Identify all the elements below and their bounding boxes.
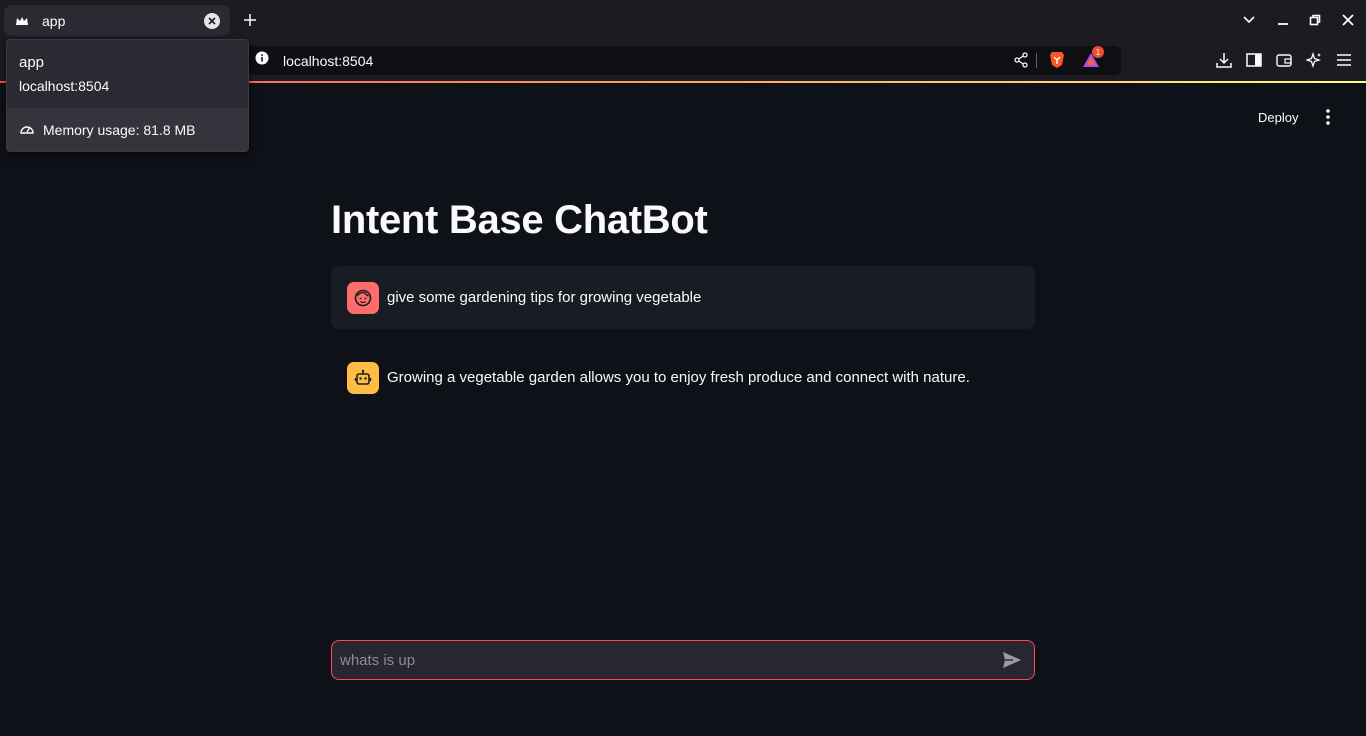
message-text: Growing a vegetable garden allows you to… (387, 369, 970, 386)
chat-input-container (331, 640, 1035, 680)
tab-hover-card: app localhost:8504 Memory usage: 81.8 MB (6, 39, 249, 152)
gauge-icon (19, 122, 35, 138)
user-avatar-icon (347, 281, 379, 314)
chat-input[interactable] (340, 651, 994, 669)
close-window-icon[interactable] (1338, 10, 1358, 30)
tab-title: app (42, 12, 66, 29)
downloads-icon[interactable] (1214, 50, 1234, 70)
bot-avatar-icon (347, 361, 379, 394)
share-icon[interactable] (1011, 50, 1031, 70)
tab-list-chevron-icon[interactable] (1239, 10, 1259, 30)
send-icon (1003, 652, 1021, 668)
brave-rewards-icon[interactable]: 1 (1081, 46, 1104, 70)
browser-tab-strip: app (0, 0, 1366, 40)
leo-ai-icon[interactable] (1304, 50, 1324, 70)
memory-usage-text: Memory usage: 81.8 MB (43, 122, 196, 138)
send-button[interactable] (994, 642, 1030, 678)
toolbar-divider (1036, 53, 1037, 68)
brave-shields-icon[interactable] (1047, 50, 1067, 70)
new-tab-icon[interactable] (240, 10, 260, 30)
hover-card-title: app (19, 54, 45, 71)
chat-message-assistant: Growing a vegetable garden allows you to… (331, 346, 1035, 409)
url-text: localhost:8504 (283, 52, 374, 69)
browser-tab[interactable]: app (4, 5, 230, 36)
close-tab-icon[interactable] (204, 12, 220, 29)
sidebar-icon[interactable] (1244, 50, 1264, 70)
restore-icon[interactable] (1305, 10, 1325, 30)
hamburger-menu-icon[interactable] (1334, 50, 1354, 70)
wallet-icon[interactable] (1274, 50, 1294, 70)
streamlit-crown-icon (14, 13, 30, 29)
page-title: Intent Base ChatBot (331, 198, 708, 242)
chat-message-user: give some gardening tips for growing veg… (331, 266, 1035, 329)
main-menu-kebab-icon[interactable] (1318, 107, 1338, 127)
rewards-badge: 1 (1092, 46, 1104, 58)
address-bar[interactable]: localhost:8504 (245, 46, 1121, 75)
site-info-icon[interactable] (255, 51, 269, 70)
hover-card-url: localhost:8504 (19, 78, 110, 94)
minimize-icon[interactable] (1273, 10, 1293, 30)
deploy-button[interactable]: Deploy (1252, 106, 1304, 129)
message-text: give some gardening tips for growing veg… (387, 289, 702, 306)
